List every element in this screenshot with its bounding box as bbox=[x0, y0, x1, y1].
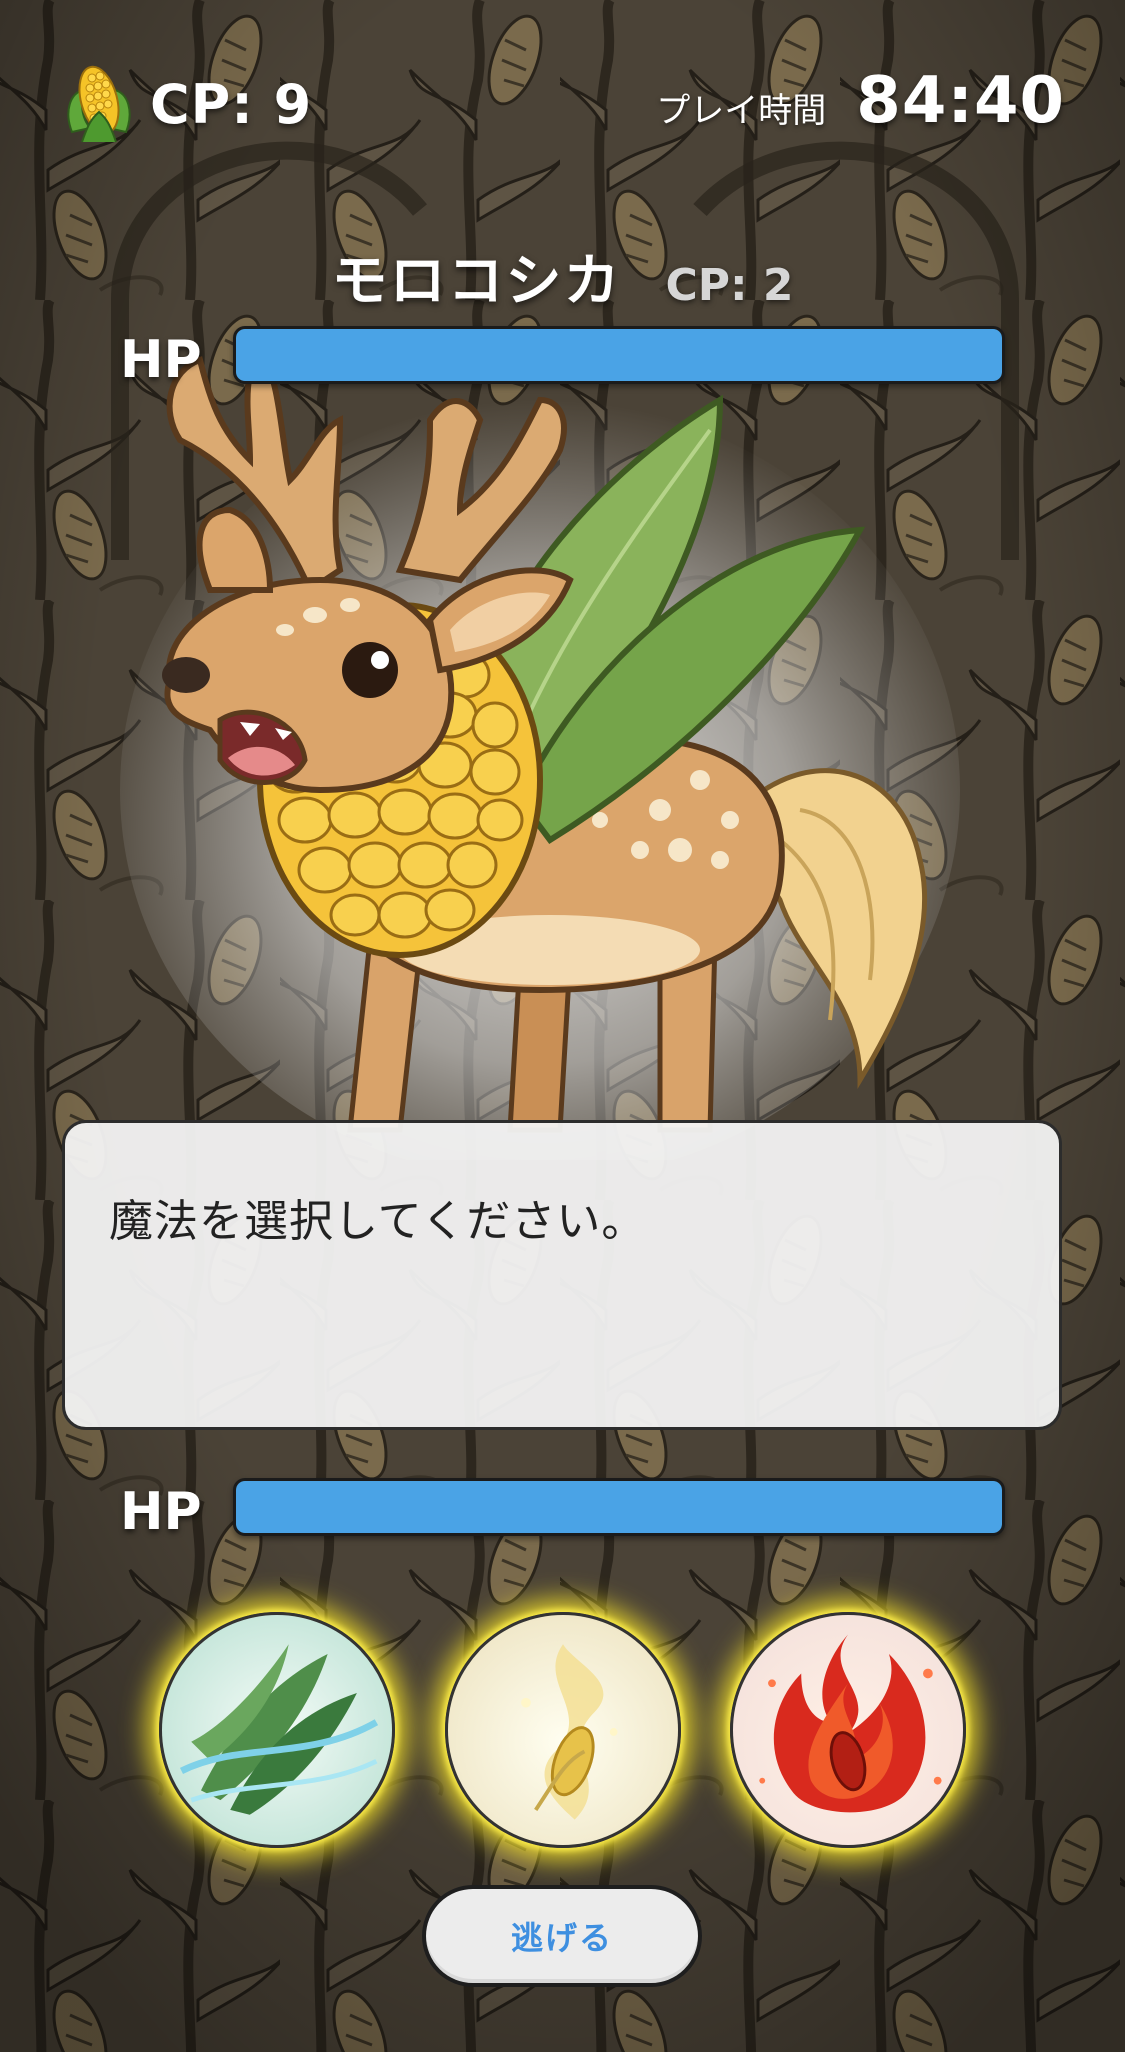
enemy-hp-label: HP bbox=[120, 330, 202, 390]
player-cp-counter: CP: 9 bbox=[62, 62, 312, 146]
play-time-value: 84:40 bbox=[856, 64, 1065, 138]
play-time-label: プレイ時間 bbox=[656, 91, 827, 131]
message-box: 魔法を選択してください。 bbox=[62, 1120, 1062, 1430]
player-hp-bar: HP bbox=[120, 1478, 1005, 1542]
light-corn-magic-button[interactable] bbox=[445, 1612, 681, 1848]
cp-value: CP: 9 bbox=[150, 72, 313, 136]
escape-button[interactable]: 逃げる bbox=[422, 1885, 702, 1987]
enemy-name: モロコシカ bbox=[331, 249, 622, 314]
message-text: 魔法を選択してください。 bbox=[109, 1196, 647, 1247]
enemy-cp: CP: 2 bbox=[665, 260, 794, 311]
player-hp-fill bbox=[236, 1481, 1002, 1533]
fire-corn-magic-button[interactable] bbox=[730, 1612, 966, 1848]
wind-leaf-magic-icon bbox=[162, 1615, 392, 1845]
light-corn-magic-icon bbox=[448, 1615, 678, 1845]
escape-button-label: 逃げる bbox=[510, 1919, 613, 1957]
enemy-hp-bar: HP bbox=[120, 326, 1005, 390]
play-time: プレイ時間 84:40 bbox=[656, 64, 1065, 138]
fire-corn-magic-icon bbox=[733, 1615, 963, 1845]
enemy-hp-fill bbox=[236, 329, 1002, 381]
enemy-hp-track bbox=[233, 326, 1005, 384]
enemy-header: モロコシカ CP: 2 bbox=[0, 236, 1125, 317]
corn-deer-monster bbox=[120, 344, 960, 1160]
player-hp-label: HP bbox=[120, 1482, 202, 1542]
corn-icon bbox=[67, 65, 131, 143]
player-hp-track bbox=[233, 1478, 1005, 1536]
wind-leaf-magic-button[interactable] bbox=[159, 1612, 395, 1848]
